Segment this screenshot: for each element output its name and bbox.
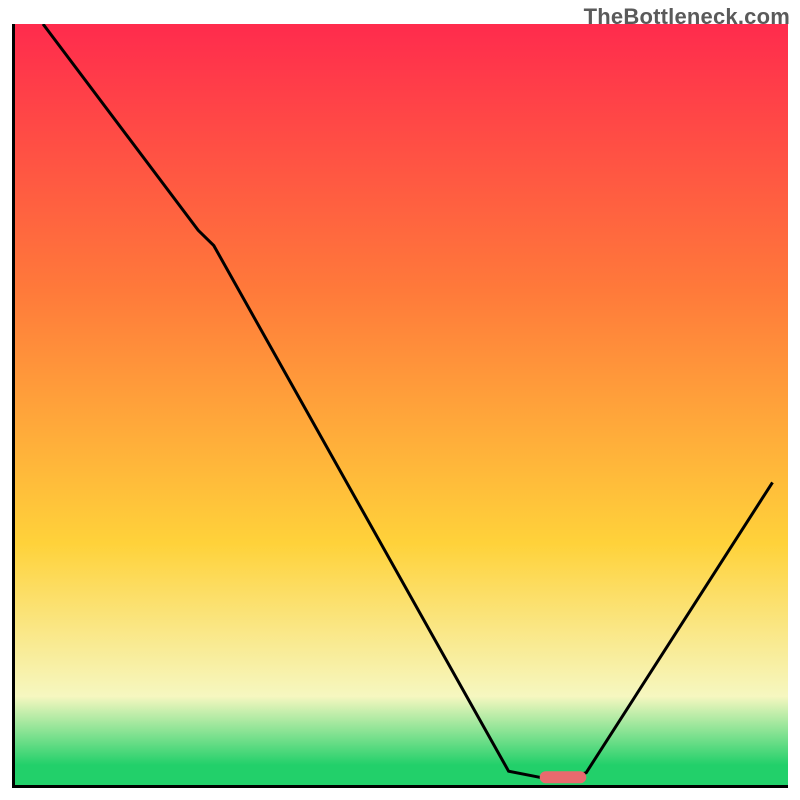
- chart-svg: [12, 24, 788, 788]
- optimum-marker: [540, 771, 587, 783]
- chart-frame: TheBottleneck.com: [0, 0, 800, 800]
- plot-area: [12, 24, 788, 788]
